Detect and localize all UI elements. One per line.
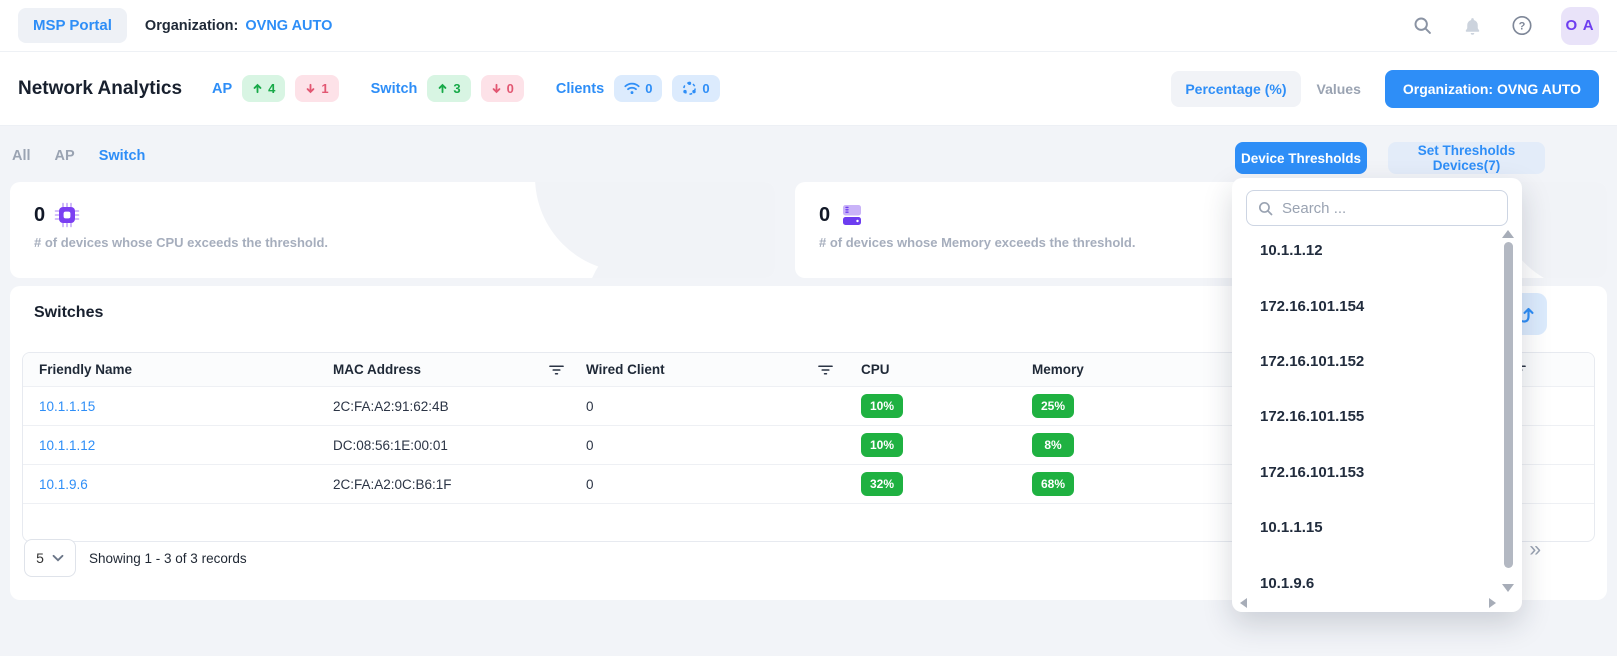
toggle-values[interactable]: Values (1317, 81, 1361, 97)
column-memory: Memory (1032, 362, 1218, 377)
device-thresholds-button[interactable]: Device Thresholds (1235, 142, 1367, 174)
top-bar: MSP Portal Organization: OVNG AUTO ? (0, 0, 1617, 52)
cpu-chip-icon (54, 202, 80, 228)
column-mac-address: MAC Address (333, 362, 586, 377)
notifications-bell-icon[interactable] (1461, 15, 1483, 37)
device-list-item[interactable]: 172.16.101.155 (1232, 389, 1500, 444)
device-list-item[interactable]: 10.1.9.6 (1232, 555, 1500, 610)
device-list-item[interactable]: 10.1.1.12 (1232, 223, 1500, 278)
tab-ap[interactable]: AP (55, 148, 75, 164)
wired-client-cell: 0 (586, 477, 861, 492)
wired-client-filter-icon[interactable] (818, 364, 833, 376)
arrow-down-icon (491, 83, 502, 94)
help-icon[interactable]: ? (1511, 15, 1533, 37)
scrollbar-down-arrow[interactable] (1502, 584, 1514, 592)
toggle-percentage[interactable]: Percentage (%) (1171, 71, 1300, 107)
device-thresholds-dropdown: 10.1.1.12 172.16.101.154 172.16.101.152 … (1232, 178, 1522, 612)
mac-address-cell: 2C:FA:A2:91:62:4B (333, 399, 586, 414)
switch-down-badge: 0 (481, 75, 524, 102)
scrollbar-right-arrow[interactable] (1489, 598, 1496, 608)
pagination-next-icon[interactable]: » (1529, 538, 1539, 562)
switch-up-badge: 3 (427, 75, 470, 102)
ap-down-badge: 1 (295, 75, 338, 102)
mesh-network-icon (682, 81, 697, 96)
sub-header: Network Analytics AP 4 1 Switch 3 0 Cl (0, 52, 1617, 126)
memory-icon (839, 202, 865, 228)
tab-all[interactable]: All (12, 148, 31, 164)
switch-name-link[interactable]: 10.1.1.15 (39, 399, 95, 414)
cpu-usage-badge: 32% (861, 472, 903, 496)
memory-exceed-count: 0 (819, 204, 830, 227)
switch-name-link[interactable]: 10.1.9.6 (39, 477, 88, 492)
avatar[interactable]: O A (1561, 7, 1599, 45)
network-analytics-page: MSP Portal Organization: OVNG AUTO ? (0, 0, 1617, 656)
arrow-up-icon (252, 83, 263, 94)
memory-usage-badge: 8% (1032, 433, 1074, 457)
cpu-exceed-count: 0 (34, 204, 45, 227)
clients-stat-label[interactable]: Clients (556, 81, 604, 97)
arrow-down-icon (305, 83, 316, 94)
search-icon (1257, 200, 1274, 217)
switches-panel-title: Switches (34, 304, 103, 322)
device-type-tabs: All AP Switch (12, 148, 145, 164)
ap-up-badge: 4 (242, 75, 285, 102)
memory-usage-badge: 25% (1032, 394, 1074, 418)
chevron-down-icon (52, 554, 64, 562)
wired-client-cell: 0 (586, 399, 861, 414)
dropdown-search-input[interactable] (1282, 200, 1497, 217)
page-size-select[interactable]: 5 (24, 539, 76, 577)
organization-button[interactable]: Organization: OVNG AUTO (1385, 70, 1599, 108)
device-list-item[interactable]: 172.16.101.152 (1232, 334, 1500, 389)
scrollbar-up-arrow[interactable] (1502, 230, 1514, 238)
page-title: Network Analytics (18, 78, 182, 100)
mac-filter-icon[interactable] (549, 364, 564, 376)
wired-client-cell: 0 (586, 438, 861, 453)
device-list-item[interactable]: 172.16.101.153 (1232, 445, 1500, 500)
cpu-usage-badge: 10% (861, 394, 903, 418)
vertical-scrollbar-thumb[interactable] (1504, 242, 1513, 568)
arrow-up-icon (437, 83, 448, 94)
cpu-usage-badge: 10% (861, 433, 903, 457)
memory-usage-badge: 68% (1032, 472, 1074, 496)
device-stats: AP 4 1 Switch 3 0 Clients (212, 75, 720, 102)
search-icon[interactable] (1411, 15, 1433, 37)
device-list: 10.1.1.12 172.16.101.154 172.16.101.152 … (1232, 223, 1500, 611)
wireless-clients-badge: 0 (614, 75, 662, 102)
column-wired-client: Wired Client (586, 362, 861, 377)
set-thresholds-devices-button[interactable]: Set Thresholds Devices(7) (1388, 142, 1545, 174)
device-list-item[interactable]: 10.1.1.15 (1232, 500, 1500, 555)
ap-stat-label[interactable]: AP (212, 81, 232, 97)
msp-portal-button[interactable]: MSP Portal (18, 8, 127, 43)
switch-name-link[interactable]: 10.1.1.12 (39, 438, 95, 453)
column-cpu: CPU (861, 362, 1032, 377)
mac-address-cell: DC:08:56:1E:00:01 (333, 438, 586, 453)
organization-label: Organization: (145, 18, 238, 34)
mac-address-cell: 2C:FA:A2:0C:B6:1F (333, 477, 586, 492)
device-list-item[interactable]: 172.16.101.154 (1232, 278, 1500, 333)
svg-text:?: ? (1519, 20, 1526, 32)
records-summary: Showing 1 - 3 of 3 records (89, 551, 247, 566)
unit-toggle: Percentage (%) Values (1171, 71, 1377, 107)
column-friendly-name: Friendly Name (23, 362, 333, 377)
pagination: 5 Showing 1 - 3 of 3 records (24, 539, 247, 577)
tab-switch[interactable]: Switch (99, 148, 146, 164)
dropdown-search-box (1246, 190, 1508, 226)
cpu-threshold-card: 0 # of devices whose CPU exceeds the thr… (10, 182, 775, 278)
scrollbar-left-arrow[interactable] (1240, 598, 1247, 608)
top-bar-icons: ? O A (1411, 7, 1599, 45)
switch-stat-label[interactable]: Switch (371, 81, 418, 97)
cpu-card-caption: # of devices whose CPU exceeds the thres… (34, 235, 775, 250)
wifi-icon (624, 82, 640, 95)
organization-name-link[interactable]: OVNG AUTO (245, 18, 332, 34)
mesh-clients-badge: 0 (672, 75, 719, 102)
